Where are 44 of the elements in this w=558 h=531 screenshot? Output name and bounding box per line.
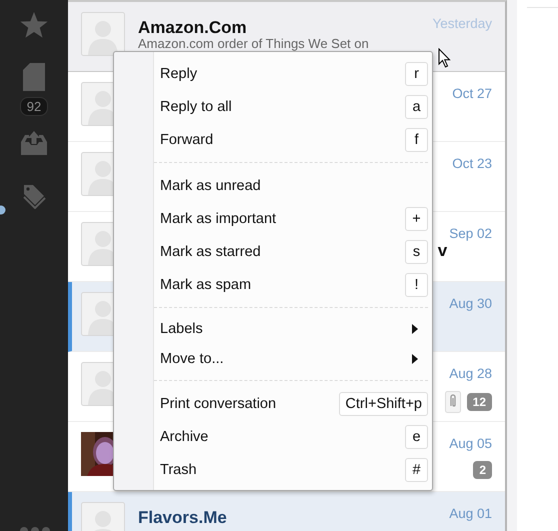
menu-item[interactable]: Mark as starred s (114, 235, 432, 268)
message-date: Aug 30 (449, 296, 492, 311)
upload-tray-icon[interactable] (21, 130, 47, 155)
more-icon[interactable] (20, 525, 50, 531)
sender-name: v (438, 241, 448, 260)
star-icon[interactable] (19, 11, 49, 39)
shortcut-key: a (405, 94, 428, 118)
tag-icon[interactable] (22, 183, 46, 209)
shortcut-key: ! (405, 272, 428, 296)
cursor-icon (438, 48, 452, 68)
shortcut-key: f (405, 128, 428, 152)
shortcut-key: Ctrl+Shift+p (339, 392, 428, 416)
menu-item[interactable]: Print conversation Ctrl+Shift+p (114, 387, 432, 420)
sender-name: Flavors.Me (138, 508, 228, 527)
menu-item[interactable]: Mark as important + (114, 202, 432, 235)
shortcut-key: + (405, 206, 428, 230)
message-date: Aug 01 (449, 506, 492, 521)
sender-name: Amazon.Com (138, 18, 248, 37)
menu-item[interactable]: Trash # (114, 453, 432, 486)
message-date: Aug 28 (449, 366, 492, 381)
menu-item[interactable]: Mark as spam ! (114, 268, 432, 301)
count-badge: 12 (466, 393, 492, 411)
message-snippet: Amazon.com order of Things We Set on (138, 37, 370, 51)
menu-item[interactable]: Labels (114, 314, 432, 344)
submenu-arrow-icon (412, 324, 418, 334)
message-date: Sep 02 (449, 226, 492, 241)
message-date: Oct 27 (452, 86, 492, 101)
count-badge: 92 (20, 97, 48, 116)
shortcut-key: e (405, 424, 428, 448)
menu-item[interactable]: Move to... (114, 344, 432, 374)
message-row[interactable]: Flavors.Me Aug 01 (68, 492, 505, 531)
submenu-arrow-icon (412, 354, 418, 364)
menu-item[interactable]: Archive e (114, 420, 432, 453)
count-badge: 2 (473, 461, 492, 479)
menu-item[interactable]: Mark as unread (114, 169, 432, 202)
shortcut-key: r (405, 62, 428, 86)
shortcut-key: s (405, 240, 428, 264)
message-date: Aug 05 (449, 436, 492, 451)
shortcut-key: # (405, 458, 428, 482)
message-date: Yesterday (432, 16, 492, 31)
document-icon[interactable] (23, 63, 45, 91)
message-date: Oct 23 (452, 156, 492, 171)
menu-item[interactable]: Forward f (114, 123, 432, 156)
menu-item[interactable]: Reply to all a (114, 90, 432, 123)
